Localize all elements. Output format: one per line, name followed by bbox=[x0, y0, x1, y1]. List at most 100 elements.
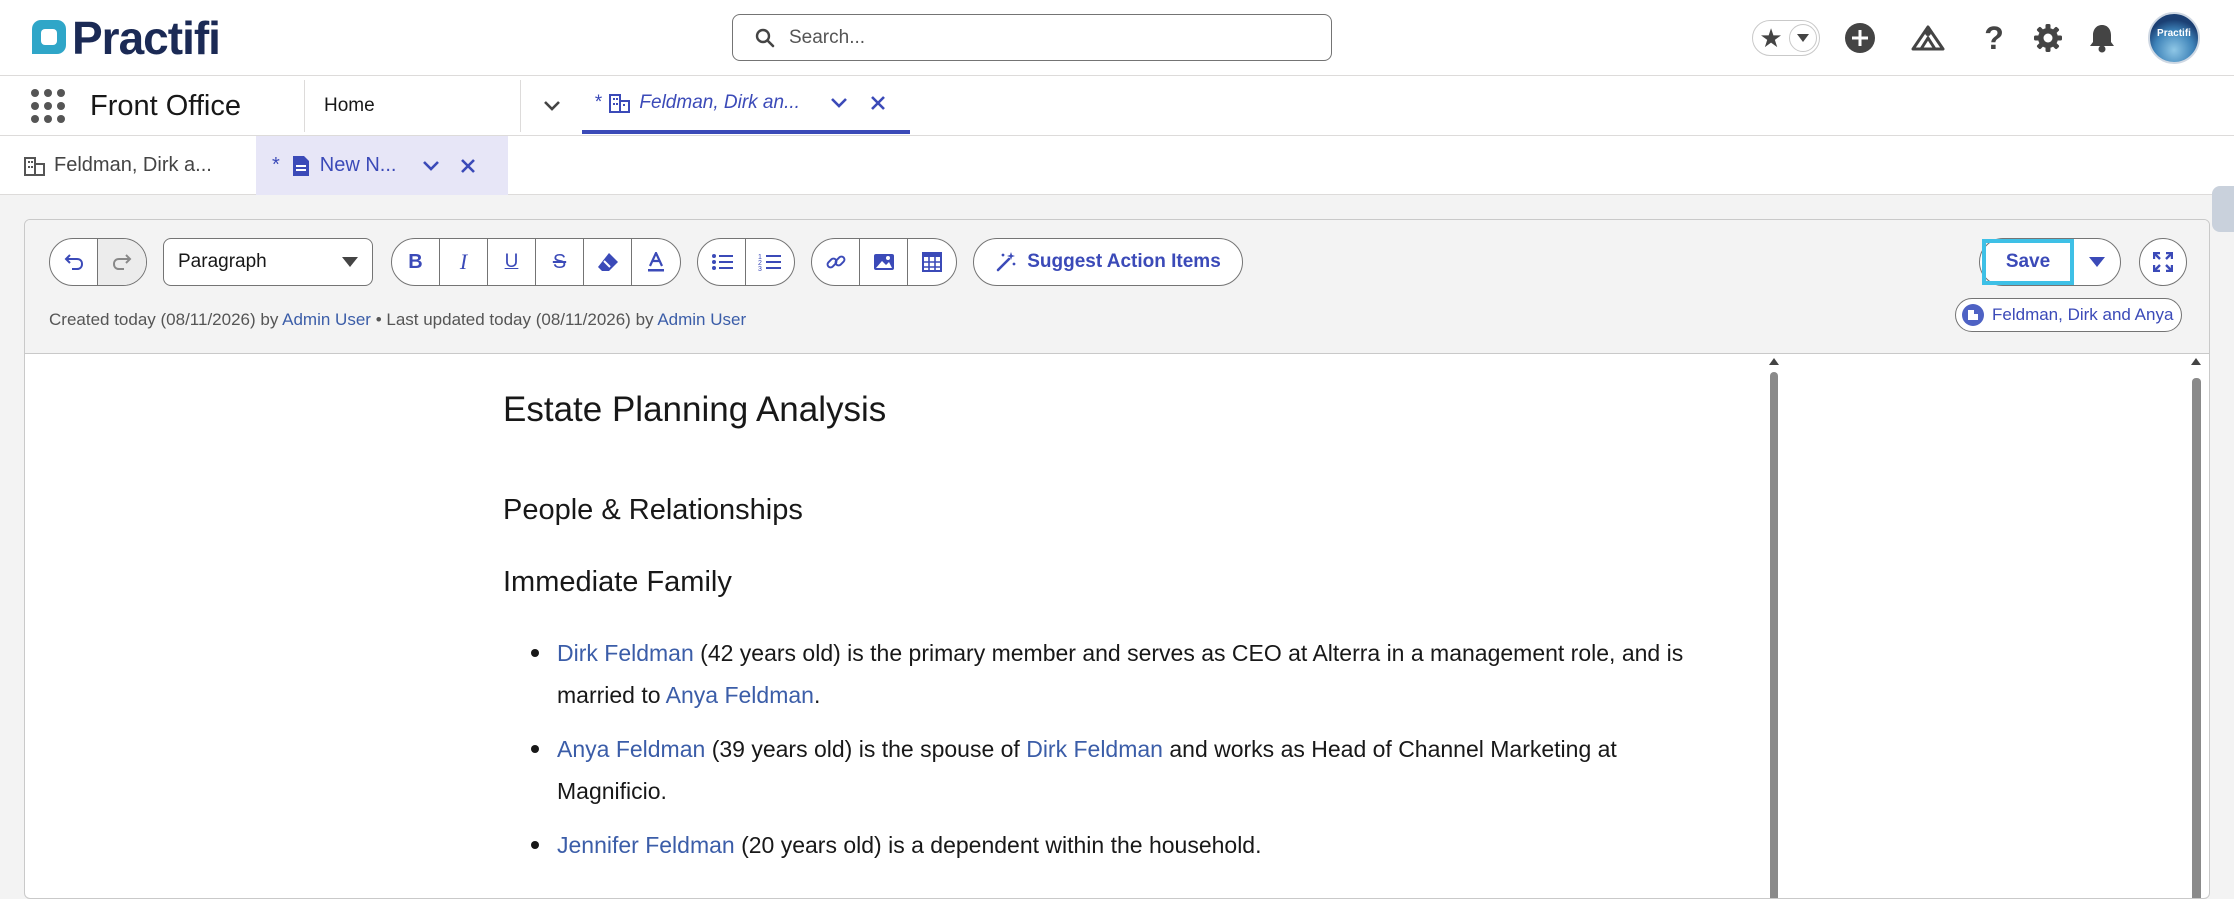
paragraph-style-select[interactable]: Paragraph bbox=[163, 238, 373, 286]
chevron-down-icon bbox=[544, 101, 560, 111]
chevron-down-icon[interactable] bbox=[830, 97, 848, 109]
practifi-logo[interactable]: Practifi bbox=[30, 12, 221, 64]
expand-icon bbox=[2153, 252, 2173, 272]
created-by-link[interactable]: Admin User bbox=[282, 310, 371, 329]
scroll-up-arrow[interactable] bbox=[1769, 358, 1779, 365]
redo-icon bbox=[112, 254, 132, 270]
undo-button[interactable] bbox=[50, 239, 98, 285]
bell-icon bbox=[2090, 25, 2114, 53]
global-actions-button[interactable] bbox=[1842, 20, 1878, 56]
gear-icon bbox=[2034, 24, 2062, 52]
global-header: Practifi ★ ? bbox=[0, 0, 2234, 76]
related-record-label: Feldman, Dirk and Anya bbox=[1992, 305, 2174, 324]
created-prefix: Created today (08/11/2026) by bbox=[49, 310, 279, 329]
scrollbar-thumb[interactable] bbox=[2192, 378, 2201, 898]
history-group bbox=[49, 238, 147, 286]
global-search[interactable] bbox=[732, 14, 1332, 61]
text-color-button[interactable] bbox=[632, 239, 680, 285]
italic-icon: I bbox=[459, 249, 468, 274]
close-icon[interactable] bbox=[460, 158, 476, 174]
favorites-dropdown[interactable] bbox=[1789, 24, 1817, 52]
family-list: Dirk Feldman (42 years old) is the prima… bbox=[503, 632, 1733, 878]
underline-button[interactable]: U bbox=[488, 239, 536, 285]
person-link[interactable]: Anya Feldman bbox=[557, 736, 705, 762]
svg-text:3: 3 bbox=[758, 266, 762, 272]
save-options-dropdown[interactable] bbox=[2074, 239, 2120, 285]
trailhead-button[interactable] bbox=[1910, 20, 1946, 56]
clear-format-button[interactable] bbox=[584, 239, 632, 285]
save-label: Save bbox=[2005, 251, 2051, 272]
list-group: 123 bbox=[697, 238, 795, 286]
scrollbar-thumb[interactable] bbox=[1770, 372, 1778, 898]
strikethrough-icon: S bbox=[552, 250, 567, 273]
strikethrough-button[interactable]: S bbox=[536, 239, 584, 285]
numbered-list-button[interactable]: 123 bbox=[746, 239, 794, 285]
editor-toolbar: Paragraph B I U S 123 Suggest Action Ite… bbox=[25, 220, 2209, 354]
insert-link-button[interactable] bbox=[812, 239, 860, 285]
person-link[interactable]: Jennifer Feldman bbox=[557, 832, 735, 858]
search-input[interactable] bbox=[789, 26, 1309, 49]
nav-tab-home-menu[interactable] bbox=[536, 90, 568, 122]
italic-button[interactable]: I bbox=[440, 239, 488, 285]
insert-group bbox=[811, 238, 957, 286]
household-building-icon bbox=[24, 156, 45, 176]
text-color-icon bbox=[648, 252, 664, 272]
list-item-text: (39 years old) is the spouse of bbox=[705, 736, 1027, 762]
bulleted-list-button[interactable] bbox=[698, 239, 746, 285]
nav-divider bbox=[304, 80, 305, 132]
subsection-heading: Immediate Family bbox=[503, 566, 732, 598]
close-icon[interactable] bbox=[870, 95, 886, 111]
scroll-up-arrow[interactable] bbox=[2191, 358, 2201, 365]
list-item: Anya Feldman (39 years old) is the spous… bbox=[503, 728, 1733, 812]
practifi-logo-icon bbox=[32, 20, 66, 54]
panel-scrollbar[interactable] bbox=[2191, 358, 2201, 898]
document-title: Estate Planning Analysis bbox=[503, 390, 887, 429]
logo-text: Practifi bbox=[72, 12, 221, 64]
nav-tab-feldman[interactable]: * Feldman, Dirk an... bbox=[582, 76, 910, 134]
app-launcher-icon[interactable] bbox=[30, 88, 66, 124]
bulleted-list-icon bbox=[711, 254, 733, 270]
related-record-pill[interactable]: Feldman, Dirk and Anya bbox=[1955, 298, 2183, 332]
insert-image-button[interactable] bbox=[860, 239, 908, 285]
note-editor-panel: Paragraph B I U S 123 Suggest Action Ite… bbox=[24, 219, 2210, 899]
workspace-subtabs: Feldman, Dirk a... * New N... bbox=[0, 136, 2234, 195]
setup-button[interactable] bbox=[2030, 20, 2066, 56]
numbered-list-icon: 123 bbox=[758, 254, 781, 272]
favorites-star-icon[interactable]: ★ bbox=[1753, 21, 1789, 55]
subtab-feldman[interactable]: Feldman, Dirk a... bbox=[0, 136, 256, 195]
help-icon: ? bbox=[1984, 20, 2004, 56]
chevron-down-icon bbox=[1797, 34, 1809, 42]
person-link[interactable]: Dirk Feldman bbox=[1026, 736, 1163, 762]
subtab-new-note[interactable]: * New N... bbox=[256, 136, 508, 195]
save-button[interactable]: Save bbox=[1982, 239, 2074, 285]
expand-editor-button[interactable] bbox=[2139, 238, 2187, 286]
magic-wand-icon bbox=[996, 252, 1016, 272]
person-link[interactable]: Anya Feldman bbox=[666, 682, 814, 708]
nav-divider bbox=[520, 80, 521, 132]
user-avatar[interactable]: Practifi bbox=[2148, 12, 2200, 64]
insert-table-button[interactable] bbox=[908, 239, 956, 285]
list-item-text: . bbox=[813, 682, 821, 708]
nav-tab-home[interactable]: Home bbox=[324, 76, 375, 136]
list-item-text: (20 years old) is a dependent within the… bbox=[734, 832, 1262, 858]
caret-down-icon bbox=[342, 257, 358, 267]
bold-icon: B bbox=[408, 250, 423, 273]
editor-scrollbar[interactable] bbox=[1769, 358, 1779, 898]
nav-tab-dirty-marker: * bbox=[594, 92, 602, 113]
bold-button[interactable]: B bbox=[392, 239, 440, 285]
updated-by-link[interactable]: Admin User bbox=[657, 310, 746, 329]
app-name: Front Office bbox=[90, 90, 241, 122]
eraser-icon bbox=[597, 253, 618, 271]
chevron-down-icon[interactable] bbox=[422, 160, 440, 172]
help-button[interactable]: ? bbox=[1976, 20, 2012, 56]
link-icon bbox=[826, 255, 845, 269]
search-icon bbox=[755, 28, 775, 47]
suggest-action-items-button[interactable]: Suggest Action Items bbox=[973, 238, 1243, 286]
notifications-button[interactable] bbox=[2084, 20, 2120, 56]
person-link[interactable]: Dirk Feldman bbox=[557, 640, 694, 666]
section-heading: People & Relationships bbox=[503, 494, 803, 526]
utility-panel-handle[interactable] bbox=[2212, 186, 2234, 232]
redo-button[interactable] bbox=[98, 239, 146, 285]
image-icon bbox=[873, 254, 894, 270]
favorites-group: ★ bbox=[1752, 20, 1820, 56]
